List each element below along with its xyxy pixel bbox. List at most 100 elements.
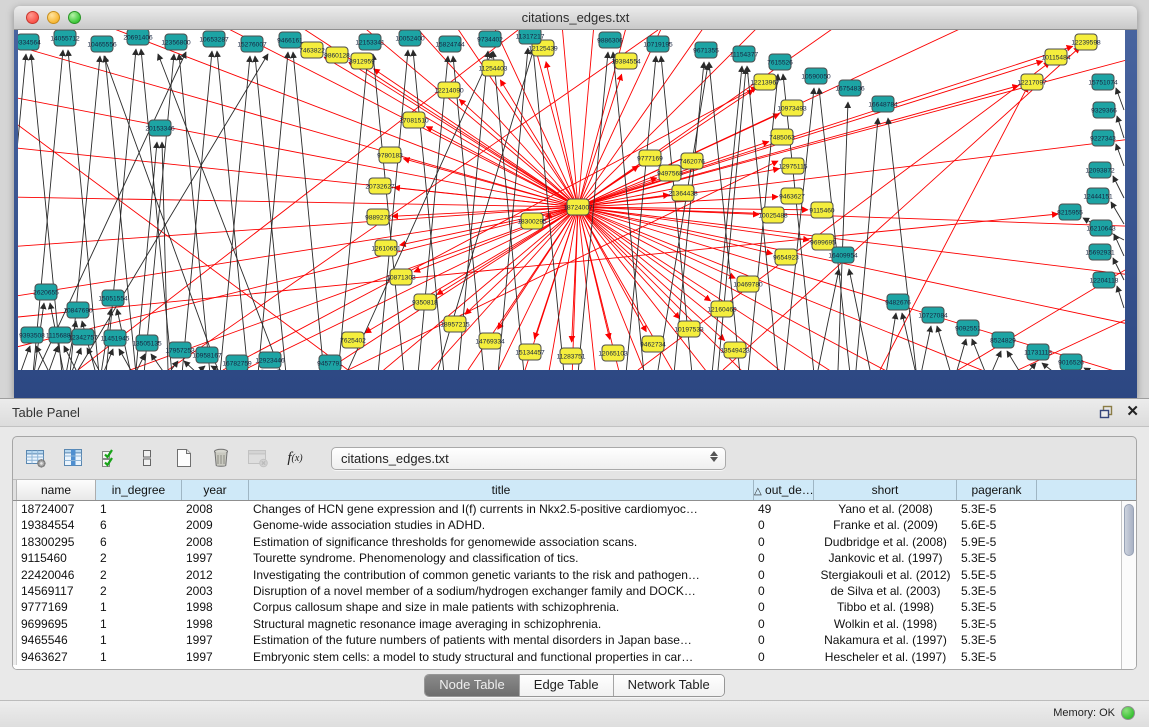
function-builder-button[interactable]: f(x)	[282, 445, 308, 471]
graph-node[interactable]: 14055712	[50, 30, 80, 46]
graph-node[interactable]: 12342757	[68, 329, 98, 345]
graph-node[interactable]: 11254403	[479, 60, 508, 76]
graph-node[interactable]: 17957253	[165, 342, 195, 358]
table-row[interactable]: 1938455462009Genome-wide association stu…	[13, 517, 1136, 533]
graph-node[interactable]: 10973493	[777, 100, 807, 116]
delete-column-button[interactable]	[208, 445, 234, 471]
table-row[interactable]: 969969511998Structural magnetic resonanc…	[13, 616, 1136, 632]
close-panel-icon[interactable]: ✕	[1126, 404, 1139, 420]
table-row[interactable]: 977716911998Corpus callosum shape and si…	[13, 599, 1136, 615]
graph-node[interactable]: 9457791	[317, 355, 343, 370]
graph-node[interactable]: 7485063	[769, 129, 795, 145]
graph-node[interactable]: 9350818	[412, 294, 438, 310]
graph-node[interactable]: 9329366	[1091, 102, 1117, 118]
show-columns-button[interactable]	[60, 445, 86, 471]
table-row[interactable]: 946554611997Estimation of the future num…	[13, 632, 1136, 648]
graph-node[interactable]: 9671355	[693, 42, 719, 58]
tab-node-table[interactable]: Node Table	[425, 675, 520, 696]
graph-node[interactable]: 11731118	[1024, 344, 1052, 360]
graph-node[interactable]: 10469780	[733, 276, 763, 292]
table-row[interactable]: 1456911722003Disruption of a novel membe…	[13, 583, 1136, 599]
table-row[interactable]: 1872400712008Changes of HCN gene express…	[13, 501, 1136, 517]
network-canvas[interactable]: 18724007 12125439 11254403 12214090 1708…	[18, 30, 1125, 370]
table-vertical-scrollbar[interactable]	[1121, 501, 1136, 670]
graph-node[interactable]: 7463822	[299, 42, 325, 58]
graph-node[interactable]: 15134457	[515, 344, 545, 360]
column-header-pagerank[interactable]: pagerank	[957, 480, 1037, 500]
graph-node[interactable]: 13505135	[132, 335, 162, 351]
graph-node[interactable]: 10115484	[1042, 49, 1071, 65]
graph-node[interactable]: 9115460	[809, 202, 835, 218]
row-height-button[interactable]	[134, 445, 160, 471]
graph-node[interactable]: 10590050	[801, 68, 831, 84]
table-source-dropdown[interactable]: citations_edges.txt	[331, 447, 726, 470]
graph-node[interactable]: 9699695	[810, 234, 836, 250]
select-columns-button[interactable]	[97, 445, 123, 471]
column-header-in_degree[interactable]: in_degree	[96, 480, 182, 500]
graph-node[interactable]: 12213967	[750, 74, 780, 90]
graph-node[interactable]: 12153341	[355, 34, 385, 50]
graph-node[interactable]: 7615526	[767, 54, 793, 70]
graph-node[interactable]: 12923446	[255, 352, 285, 368]
graph-node[interactable]: 10052400	[395, 30, 425, 46]
graph-node[interactable]: 12160469	[707, 301, 737, 317]
graph-node[interactable]: 18957215	[440, 316, 470, 332]
window-close-button[interactable]	[26, 11, 39, 24]
graph-node[interactable]: 16754836	[835, 80, 865, 96]
graph-node[interactable]: 9462734	[640, 336, 666, 352]
graph-node[interactable]: 19384554	[611, 53, 641, 69]
graph-node[interactable]: 7462076	[679, 153, 705, 169]
graph-node[interactable]: 21364438	[668, 185, 698, 201]
graph-node[interactable]: 18300295	[517, 213, 547, 229]
graph-node[interactable]: 9886306	[597, 32, 623, 48]
graph-node[interactable]: 9654923	[773, 249, 799, 265]
graph-node[interactable]: 10847690	[63, 302, 93, 318]
graph-node[interactable]: 15276007	[237, 36, 267, 52]
graph-node[interactable]: 10958167	[192, 347, 222, 363]
table-row[interactable]: 911546021997Tourette syndrome. Phenomeno…	[13, 550, 1136, 566]
graph-node[interactable]: 10025488	[758, 207, 788, 223]
scrollbar-thumb[interactable]	[1124, 504, 1134, 556]
table-row[interactable]: 946362711997Embryonic stem cells: a mode…	[13, 649, 1136, 665]
graph-node[interactable]: 12065103	[598, 345, 628, 361]
graph-node[interactable]: 12214090	[434, 82, 464, 98]
column-header-title[interactable]: title	[249, 480, 754, 500]
graph-node[interactable]: 11154377	[730, 46, 759, 62]
graph-node[interactable]: 10465556	[87, 36, 117, 52]
graph-node[interactable]: 11451945	[101, 330, 130, 346]
graph-node[interactable]: 20691406	[123, 30, 153, 45]
graph-node[interactable]: 14769334	[475, 333, 505, 349]
graph-node[interactable]: 9889278	[365, 209, 391, 225]
tab-edge-table[interactable]: Edge Table	[520, 675, 614, 696]
float-window-icon[interactable]	[1099, 405, 1114, 419]
table-row[interactable]: 1830029562008Estimation of significance …	[13, 534, 1136, 550]
network-graph[interactable]: 18724007 12125439 11254403 12214090 1708…	[18, 30, 1125, 370]
graph-node[interactable]: 9334564	[18, 34, 41, 50]
graph-node[interactable]: 10727084	[918, 307, 948, 323]
graph-node[interactable]: 16210643	[1086, 220, 1116, 236]
graph-node[interactable]: 10197533	[674, 321, 704, 337]
graph-node[interactable]: 15824744	[435, 36, 465, 52]
graph-node[interactable]: 15751074	[1088, 74, 1118, 90]
graph-node[interactable]: 9227343	[1090, 130, 1116, 146]
graph-node[interactable]: 12610651	[371, 240, 401, 256]
graph-node[interactable]: 9016526	[1058, 354, 1084, 370]
graph-node[interactable]: 12204118	[1090, 272, 1119, 288]
new-column-button[interactable]	[171, 445, 197, 471]
graph-node[interactable]: 9777169	[637, 150, 663, 166]
graph-node[interactable]: 12356800	[161, 34, 191, 50]
graph-node[interactable]: 20732627	[365, 178, 395, 194]
graph-node[interactable]: 16782759	[222, 355, 252, 370]
column-header-name[interactable]: name	[17, 480, 96, 500]
graph-node[interactable]: 9393508	[19, 327, 45, 343]
graph-node[interactable]: 12217097	[1017, 74, 1047, 90]
graph-node[interactable]: 9466161	[277, 32, 303, 48]
column-header-year[interactable]: year	[182, 480, 249, 500]
graph-node[interactable]: 17081510	[399, 112, 429, 128]
graph-node[interactable]: 18724007	[563, 199, 593, 215]
graph-node[interactable]: 8912959	[349, 53, 375, 69]
graph-node[interactable]: 12975115	[779, 158, 808, 174]
graph-node[interactable]: 13549423	[720, 342, 750, 358]
tab-network-table[interactable]: Network Table	[614, 675, 724, 696]
graph-node[interactable]: 9463627	[779, 188, 805, 204]
